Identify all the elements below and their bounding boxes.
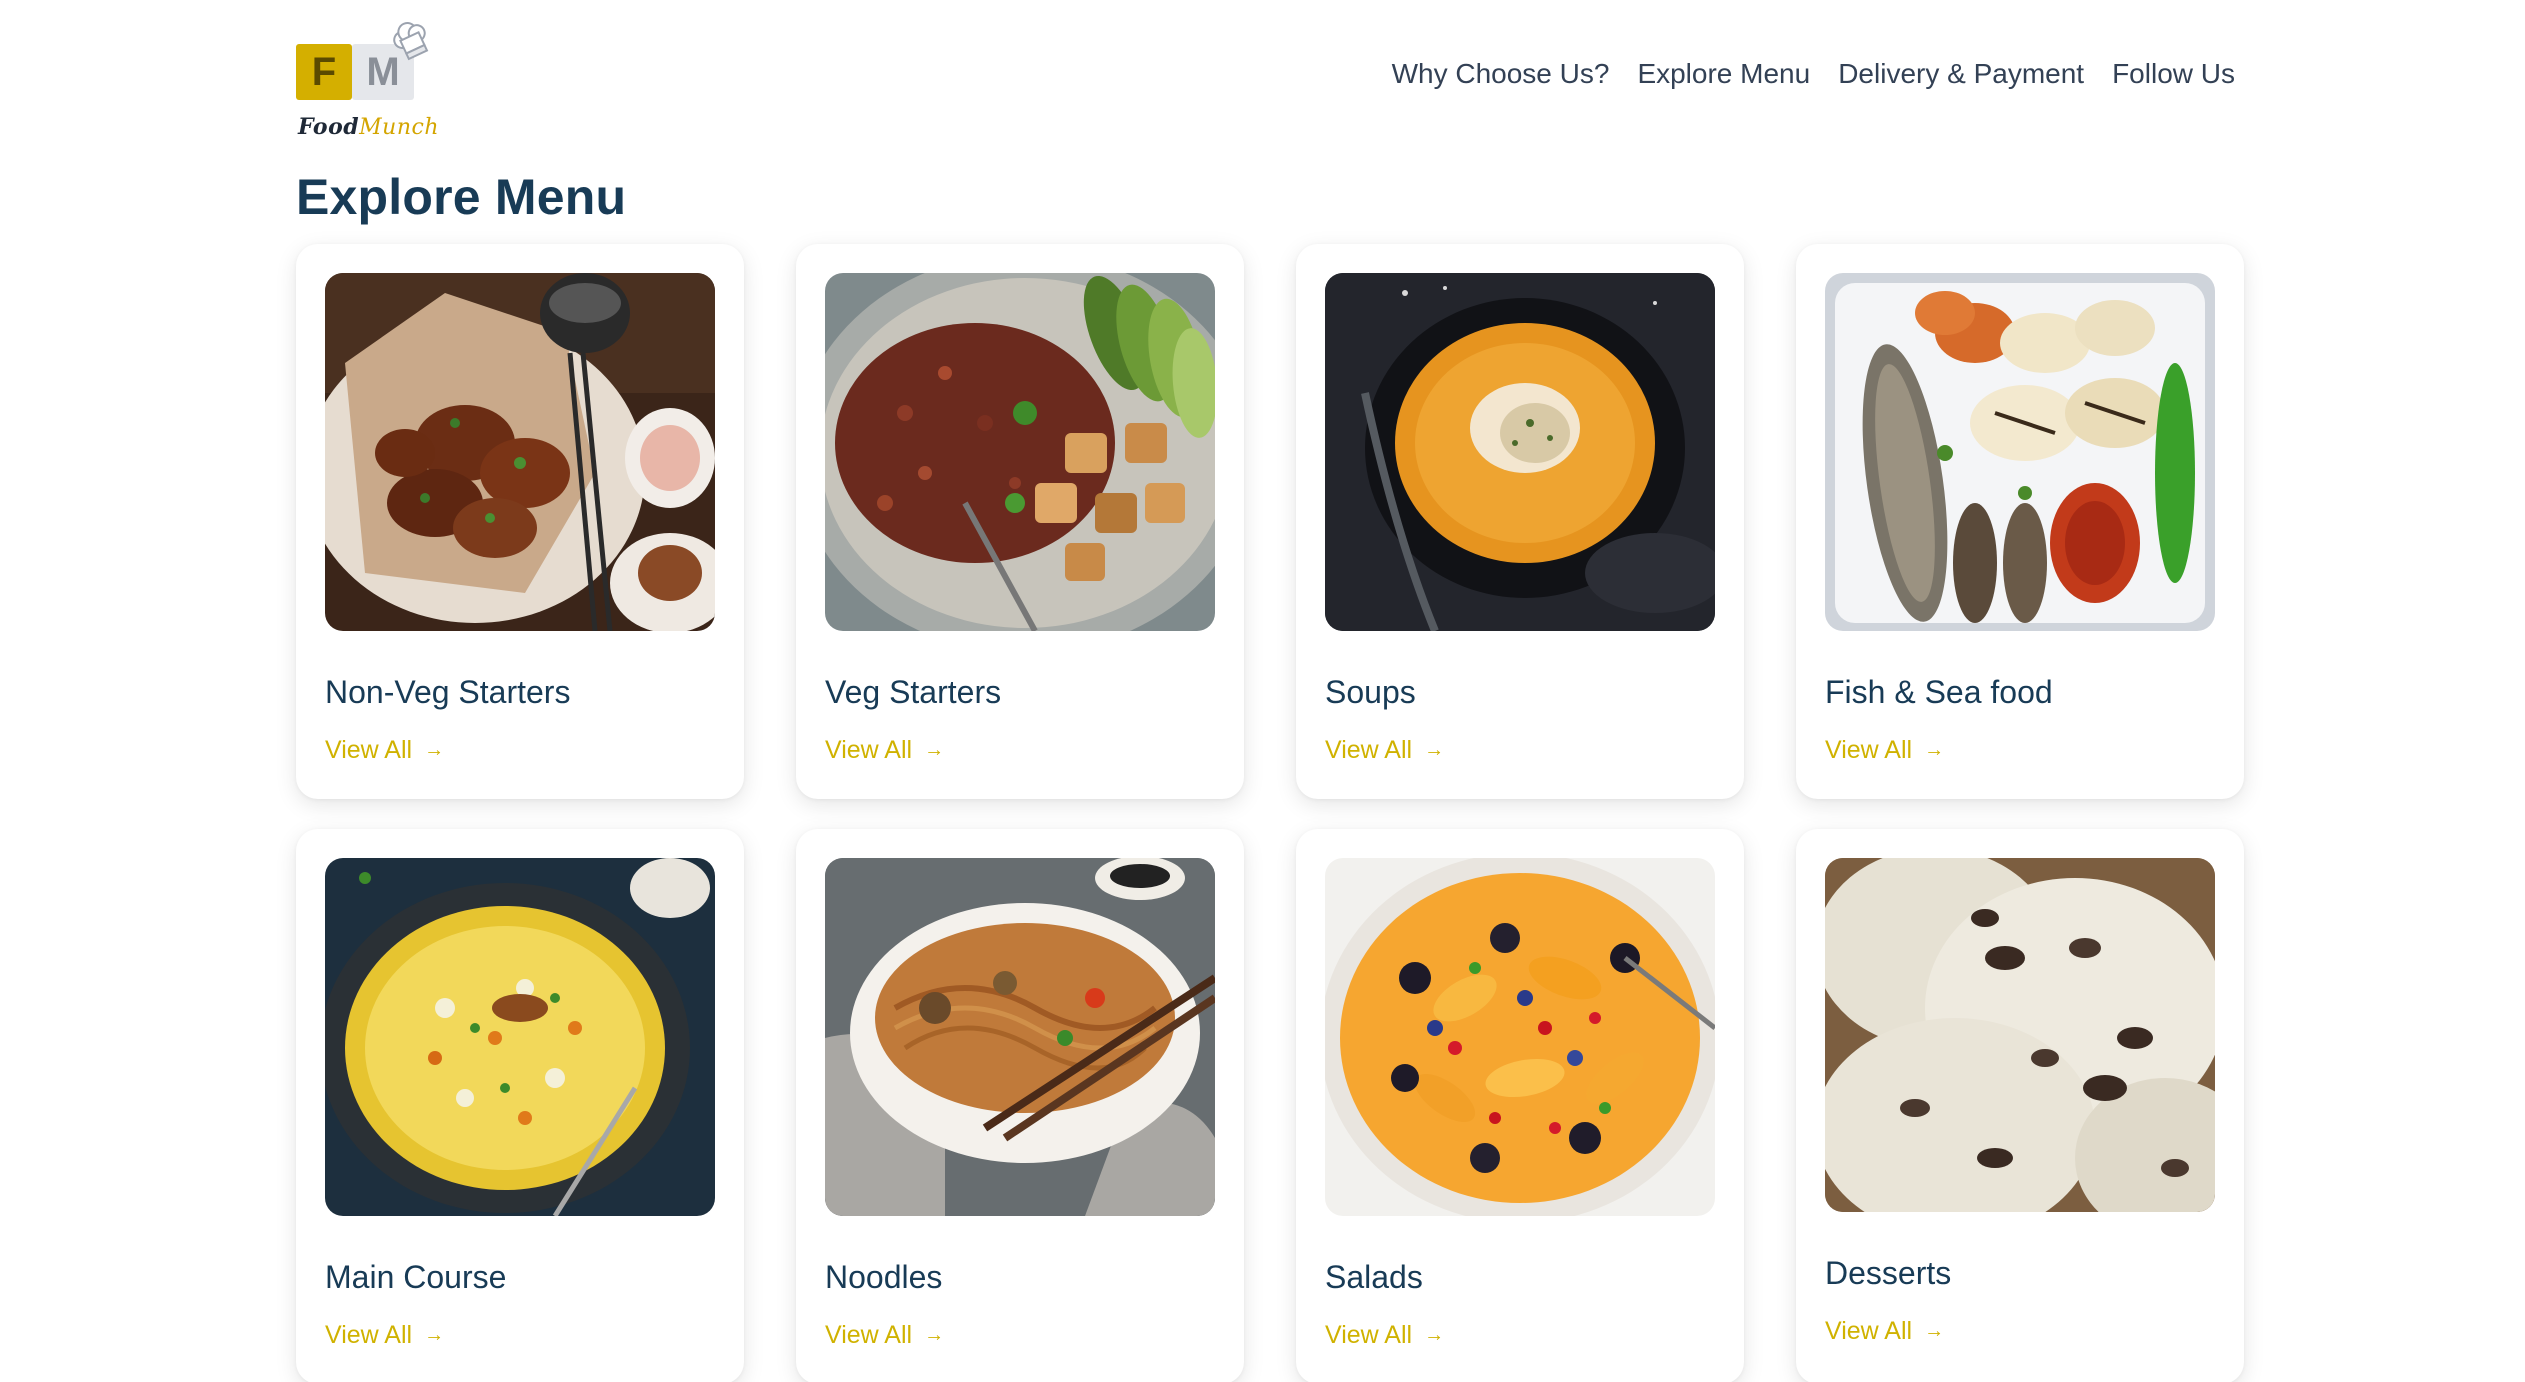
view-all-label: View All [1825, 736, 1913, 764]
fruit-salad-image [1325, 858, 1715, 1216]
arrow-right-icon: → [1424, 1324, 1445, 1346]
arrow-right-icon: → [424, 1324, 445, 1346]
biryani-image [325, 858, 715, 1216]
card-title: Salads [1325, 1259, 1423, 1295]
arrow-right-icon: → [1424, 739, 1445, 761]
arrow-right-icon: → [924, 739, 945, 761]
view-all-label: View All [1325, 736, 1413, 764]
card-title: Main Course [325, 1259, 507, 1295]
card-title: Soups [1325, 674, 1416, 710]
view-all-link[interactable]: View All → [825, 736, 944, 765]
arrow-right-icon: → [424, 739, 445, 761]
veg-bowl-image [825, 273, 1215, 631]
brand-name-munch: Munch [359, 115, 440, 140]
menu-grid: Non-Veg Starters View All → Veg Starters… [296, 244, 2246, 1382]
seafood-platter-image [1825, 273, 2215, 631]
brand-name-food: Food [298, 114, 360, 140]
arrow-right-icon: → [1924, 1320, 1945, 1342]
nav-explore-menu[interactable]: Explore Menu [1637, 58, 1810, 90]
logo[interactable]: F M FoodMunch [296, 20, 439, 150]
arrow-right-icon: → [1924, 739, 1945, 761]
card-title: Noodles [825, 1259, 943, 1295]
menu-card-desserts[interactable]: Desserts View All → [1796, 829, 2244, 1382]
fried-chicken-image [325, 273, 715, 631]
nav-delivery-payment[interactable]: Delivery & Payment [1838, 58, 2084, 90]
card-title: Desserts [1825, 1255, 1952, 1291]
top-nav: Why Choose Us? Explore Menu Delivery & P… [1392, 58, 2235, 90]
page-title: Explore Menu [296, 169, 627, 225]
brand-name: FoodMunch [298, 114, 439, 140]
card-title: Fish & Sea food [1825, 674, 2053, 710]
view-all-link[interactable]: View All → [1325, 1321, 1444, 1350]
view-all-label: View All [825, 736, 913, 764]
view-all-link[interactable]: View All → [1825, 736, 1944, 765]
view-all-link[interactable]: View All → [1825, 1317, 1944, 1346]
menu-card-noodles[interactable]: Noodles View All → [796, 829, 1244, 1382]
nav-follow-us[interactable]: Follow Us [2112, 58, 2235, 90]
view-all-label: View All [825, 1321, 913, 1349]
nav-why-choose-us[interactable]: Why Choose Us? [1392, 58, 1610, 90]
card-title: Veg Starters [825, 674, 1002, 710]
view-all-link[interactable]: View All → [325, 1321, 444, 1350]
ice-cream-image [1825, 858, 2215, 1212]
logo-letter-f: F [296, 44, 352, 100]
menu-card-non-veg-starters[interactable]: Non-Veg Starters View All → [296, 244, 744, 799]
menu-card-fish-sea-food[interactable]: Fish & Sea food View All → [1796, 244, 2244, 799]
view-all-label: View All [1825, 1317, 1913, 1345]
view-all-link[interactable]: View All → [825, 1321, 944, 1350]
card-title: Non-Veg Starters [325, 674, 571, 710]
view-all-link[interactable]: View All → [325, 736, 444, 765]
soup-image [1325, 273, 1715, 631]
menu-card-soups[interactable]: Soups View All → [1296, 244, 1744, 799]
chef-hat-icon [393, 22, 429, 61]
view-all-link[interactable]: View All → [1325, 736, 1444, 765]
view-all-label: View All [325, 736, 413, 764]
menu-card-salads[interactable]: Salads View All → [1296, 829, 1744, 1382]
view-all-label: View All [325, 1321, 413, 1349]
menu-card-veg-starters[interactable]: Veg Starters View All → [796, 244, 1244, 799]
noodles-image [825, 858, 1215, 1216]
view-all-label: View All [1325, 1321, 1413, 1349]
menu-card-main-course[interactable]: Main Course View All → [296, 829, 744, 1382]
page: F M FoodMunch Why Choose Us? Explore Men… [0, 0, 2525, 1382]
arrow-right-icon: → [924, 1324, 945, 1346]
